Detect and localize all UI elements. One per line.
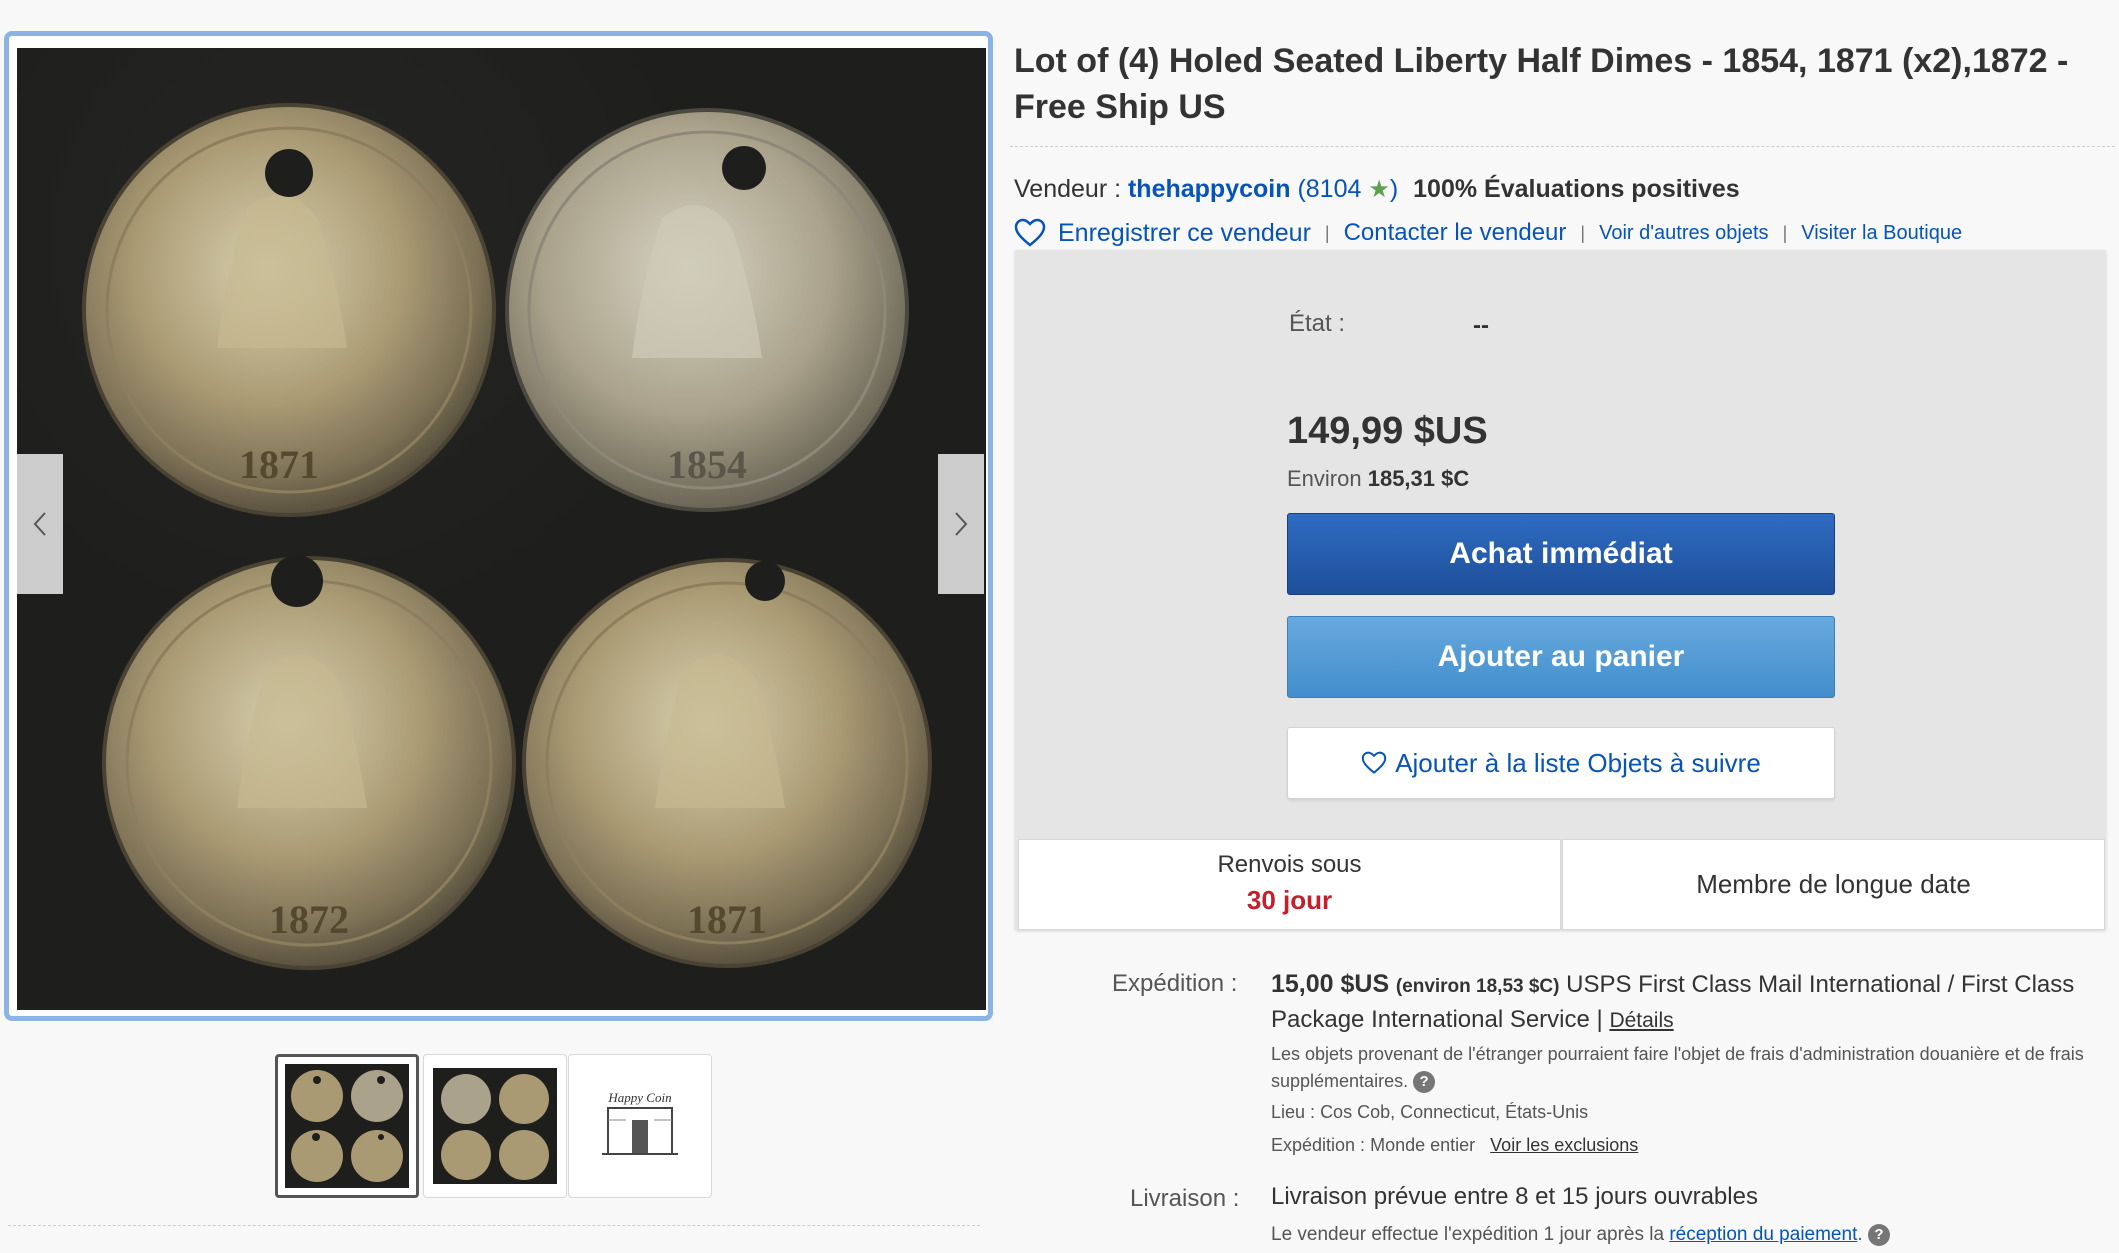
thumbnail-1[interactable] bbox=[275, 1054, 419, 1198]
delivery-note-suffix: . bbox=[1857, 1224, 1863, 1246]
payment-receipt-link[interactable]: réception du paiement bbox=[1669, 1224, 1857, 1245]
shipping-details: 15,00 $US (environ 18,53 $C) USPS First … bbox=[1271, 968, 2101, 1037]
shipping-details-link[interactable]: Détails bbox=[1609, 1009, 1673, 1032]
coin-year: 1871 bbox=[687, 897, 767, 942]
location-value: Cos Cob, Connecticut, États-Unis bbox=[1320, 1102, 1589, 1122]
approx-value: 185,31 $C bbox=[1367, 466, 1470, 491]
add-to-cart-button[interactable]: Ajouter au panier bbox=[1287, 616, 1835, 698]
coin-year: 1854 bbox=[667, 442, 747, 487]
star-icon: ★ bbox=[1368, 176, 1390, 203]
customs-note-text: Les objets provenant de l'étranger pourr… bbox=[1271, 1044, 2084, 1091]
ship-to: Expédition : Monde entier Voir les exclu… bbox=[1271, 1135, 1638, 1156]
member-badge: Membre de longue date bbox=[1562, 839, 2105, 930]
condition-label: État : bbox=[1289, 310, 1346, 337]
seller-info: Vendeur : thehappycoin (8104 ★) 100% Éva… bbox=[1014, 172, 1740, 207]
shipping-label: Expédition : bbox=[1112, 970, 1238, 997]
returns-value: 30 jour bbox=[1246, 885, 1333, 915]
condition-value: -- bbox=[1473, 312, 1489, 339]
chevron-left-icon bbox=[33, 512, 46, 536]
visit-store-link[interactable]: Visiter la Boutique bbox=[1801, 216, 1962, 250]
thumbnail-2[interactable] bbox=[423, 1054, 567, 1198]
other-items-link[interactable]: Voir d'autres objets bbox=[1599, 216, 1768, 250]
exclusions-link[interactable]: Voir les exclusions bbox=[1490, 1135, 1638, 1155]
delivery-note-text: Le vendeur effectue l'expédition 1 jour … bbox=[1271, 1224, 1665, 1246]
coin-year: 1872 bbox=[269, 897, 349, 942]
logo-text: Happy Coin bbox=[607, 1090, 671, 1105]
coin-year: 1871 bbox=[239, 442, 319, 487]
coins-back-thumbnail bbox=[433, 1068, 557, 1184]
customs-note: Les objets provenant de l'étranger pourr… bbox=[1271, 1041, 2101, 1095]
seller-name-link[interactable]: thehappycoin bbox=[1128, 175, 1291, 203]
location-label: Lieu : bbox=[1271, 1102, 1316, 1122]
separator: | bbox=[1782, 223, 1788, 243]
ship-to-value: Monde entier bbox=[1370, 1135, 1476, 1155]
separator: | bbox=[1324, 223, 1330, 243]
returns-panel: Renvois sous 30 jour bbox=[1018, 839, 1561, 930]
shipping-cost: 15,00 $US bbox=[1271, 970, 1390, 998]
contact-seller-link[interactable]: Contacter le vendeur bbox=[1344, 216, 1567, 250]
delivery-note: Le vendeur effectue l'expédition 1 jour … bbox=[1271, 1224, 1890, 1246]
separator: | bbox=[1580, 223, 1586, 243]
previous-image-button[interactable] bbox=[17, 454, 63, 594]
positive-feedback: 100% Évaluations positives bbox=[1413, 175, 1740, 203]
delivery-estimate: Livraison prévue entre 8 et 15 jours ouv… bbox=[1271, 1183, 1758, 1210]
listing-title: Lot of (4) Holed Seated Liberty Half Dim… bbox=[1014, 42, 2069, 126]
title-divider bbox=[1010, 146, 2115, 147]
watch-label: Ajouter à la liste Objets à suivre bbox=[1395, 747, 1761, 778]
item-price: 149,99 $US bbox=[1287, 410, 1488, 452]
add-to-watchlist-button[interactable]: Ajouter à la liste Objets à suivre bbox=[1287, 727, 1835, 799]
chevron-right-icon bbox=[955, 512, 968, 536]
coins-front-thumbnail bbox=[285, 1064, 409, 1188]
ship-to-label: Expédition : bbox=[1271, 1135, 1366, 1155]
gallery-divider bbox=[8, 1225, 980, 1226]
buy-now-button[interactable]: Achat immédiat bbox=[1287, 513, 1835, 595]
feedback-count[interactable]: (8104 ★) bbox=[1297, 175, 1398, 203]
item-location: Lieu : Cos Cob, Connecticut, États-Unis bbox=[1271, 1102, 1588, 1123]
approx-label: Environ bbox=[1287, 466, 1362, 491]
delivery-label: Livraison : bbox=[1130, 1185, 1240, 1212]
coins-photo: 1871 1854 1872 1871 bbox=[82, 103, 932, 970]
next-image-button[interactable] bbox=[938, 454, 984, 594]
main-product-image[interactable]: 1871 1854 1872 1871 bbox=[17, 48, 986, 1010]
help-icon[interactable]: ? bbox=[1867, 1224, 1890, 1246]
seller-label: Vendeur : bbox=[1014, 175, 1122, 203]
heart-icon bbox=[1361, 751, 1387, 774]
returns-label: Renvois sous bbox=[1217, 851, 1362, 878]
store-logo-thumbnail: Happy Coin bbox=[578, 1064, 702, 1188]
help-icon[interactable]: ? bbox=[1413, 1071, 1436, 1094]
save-seller-link[interactable]: Enregistrer ce vendeur bbox=[1014, 216, 1311, 250]
thumbnail-3[interactable]: Happy Coin bbox=[568, 1054, 712, 1198]
save-seller-label: Enregistrer ce vendeur bbox=[1058, 219, 1311, 247]
feedback-count-value: 8104 bbox=[1305, 175, 1362, 203]
heart-icon bbox=[1014, 218, 1046, 247]
seller-actions: Enregistrer ce vendeur | Contacter le ve… bbox=[1014, 216, 1962, 250]
shipping-approx: (environ 18,53 $C) bbox=[1395, 976, 1560, 997]
approx-price: Environ 185,31 $C bbox=[1287, 466, 1469, 492]
